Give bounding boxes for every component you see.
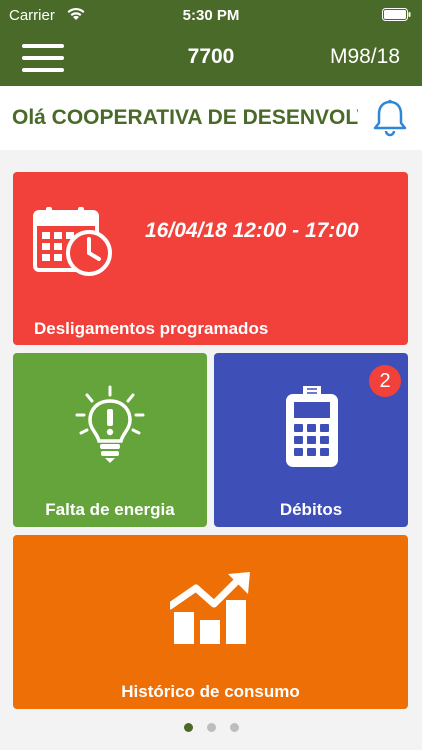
scheduled-outages-tile[interactable]: 16/04/18 12:00 - 17:00 Desligamentos pro… (13, 172, 408, 345)
status-bar: Carrier 5:30 PM (0, 0, 422, 30)
bell-icon[interactable] (370, 98, 410, 138)
consumption-history-tile[interactable]: Histórico de consumo (13, 535, 408, 709)
calendar-clock-icon (33, 207, 112, 276)
debits-label: Débitos (279, 500, 343, 519)
power-failure-tile[interactable]: Falta de energia (13, 353, 207, 527)
power-failure-label: Falta de energia (45, 500, 175, 519)
page-dot-3[interactable] (229, 723, 239, 732)
payment-terminal-icon (286, 386, 338, 467)
greeting-bar: Olá COOPERATIVA DE DESENVOLVIMENTO (0, 86, 422, 150)
debits-count-badge: 2 (369, 365, 401, 397)
meter-code: M98/18 (329, 45, 400, 68)
outage-schedule: 16/04/18 12:00 - 17:00 (145, 219, 359, 242)
battery-icon (382, 8, 411, 21)
page-indicator (0, 719, 422, 737)
page-dot-1[interactable] (183, 723, 193, 732)
page-dot-2[interactable] (206, 723, 216, 732)
greeting-text: Olá COOPERATIVA DE DESENVOLVIMENTO (12, 106, 358, 129)
debits-tile[interactable]: 2 Débitos (214, 353, 408, 527)
app-bar: 7700 M98/18 (0, 30, 422, 86)
scheduled-outages-label: Desligamentos programados (34, 319, 269, 338)
status-time: 5:30 PM (182, 7, 240, 24)
consumption-history-label: Histórico de consumo (121, 682, 300, 701)
chart-growth-icon (170, 572, 250, 644)
lightbulb-alert-icon (75, 385, 145, 463)
